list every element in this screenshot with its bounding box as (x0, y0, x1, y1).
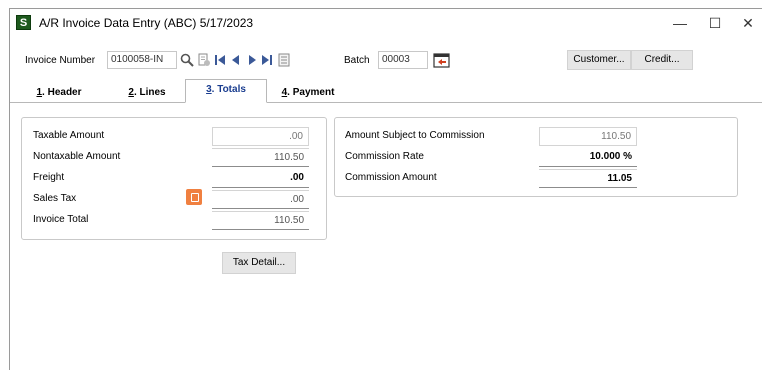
calendar-list-icon[interactable] (277, 53, 291, 67)
sales-tax-lock-icon[interactable] (186, 189, 202, 205)
amount-subject-commission-field: 110.50 (539, 127, 637, 146)
commission-rate-label: Commission Rate (345, 151, 424, 162)
amount-subject-commission-label: Amount Subject to Commission (345, 130, 485, 141)
minimize-button[interactable]: — (660, 11, 700, 35)
tab-header[interactable]: 1. Header (25, 83, 93, 103)
commission-panel: Amount Subject to Commission 110.50 Comm… (334, 117, 738, 197)
freight-field[interactable]: .00 (212, 169, 309, 188)
credit-button[interactable]: Credit... (631, 50, 693, 70)
batch-label: Batch (344, 55, 370, 66)
search-icon[interactable] (180, 53, 194, 67)
first-record-icon[interactable] (213, 53, 227, 67)
tab-totals[interactable]: 3. Totals (185, 79, 267, 103)
commission-amount-label: Commission Amount (345, 172, 437, 183)
title-bar: S A/R Invoice Data Entry (ABC) 5/17/2023… (10, 9, 762, 37)
tax-detail-button[interactable]: Tax Detail... (222, 252, 296, 274)
taxable-amount-field: .00 (212, 127, 309, 146)
invoice-number-field[interactable]: 0100058-IN (107, 51, 177, 69)
invoice-number-label: Invoice Number (25, 55, 96, 66)
tab-payment[interactable]: 4. Payment (272, 83, 344, 103)
totals-panel: Taxable Amount .00 Nontaxable Amount 110… (21, 117, 327, 240)
invoice-total-field: 110.50 (212, 211, 309, 230)
commission-rate-field[interactable]: 10.000 % (539, 148, 637, 167)
sales-tax-label: Sales Tax (33, 193, 77, 204)
nontaxable-amount-label: Nontaxable Amount (33, 151, 121, 162)
app-window: S A/R Invoice Data Entry (ABC) 5/17/2023… (9, 8, 762, 370)
invoice-total-label: Invoice Total (33, 214, 89, 225)
next-record-icon[interactable] (245, 53, 259, 67)
sales-tax-field: .00 (212, 190, 309, 209)
commission-amount-field[interactable]: 11.05 (539, 169, 637, 188)
freight-label: Freight (33, 172, 65, 183)
batch-field[interactable]: 00003 (378, 51, 428, 69)
copy-document-icon[interactable] (197, 53, 211, 67)
previous-record-icon[interactable] (229, 53, 243, 67)
customer-button[interactable]: Customer... (567, 50, 631, 70)
tab-lines[interactable]: 2. Lines (113, 83, 181, 103)
window-title: A/R Invoice Data Entry (ABC) 5/17/2023 (39, 16, 254, 30)
app-icon: S (16, 15, 31, 30)
batch-window-icon[interactable] (432, 51, 452, 69)
close-button[interactable]: ✕ (728, 11, 762, 35)
nontaxable-amount-field: 110.50 (212, 148, 309, 167)
last-record-icon[interactable] (260, 53, 274, 67)
taxable-amount-label: Taxable Amount (33, 130, 105, 141)
